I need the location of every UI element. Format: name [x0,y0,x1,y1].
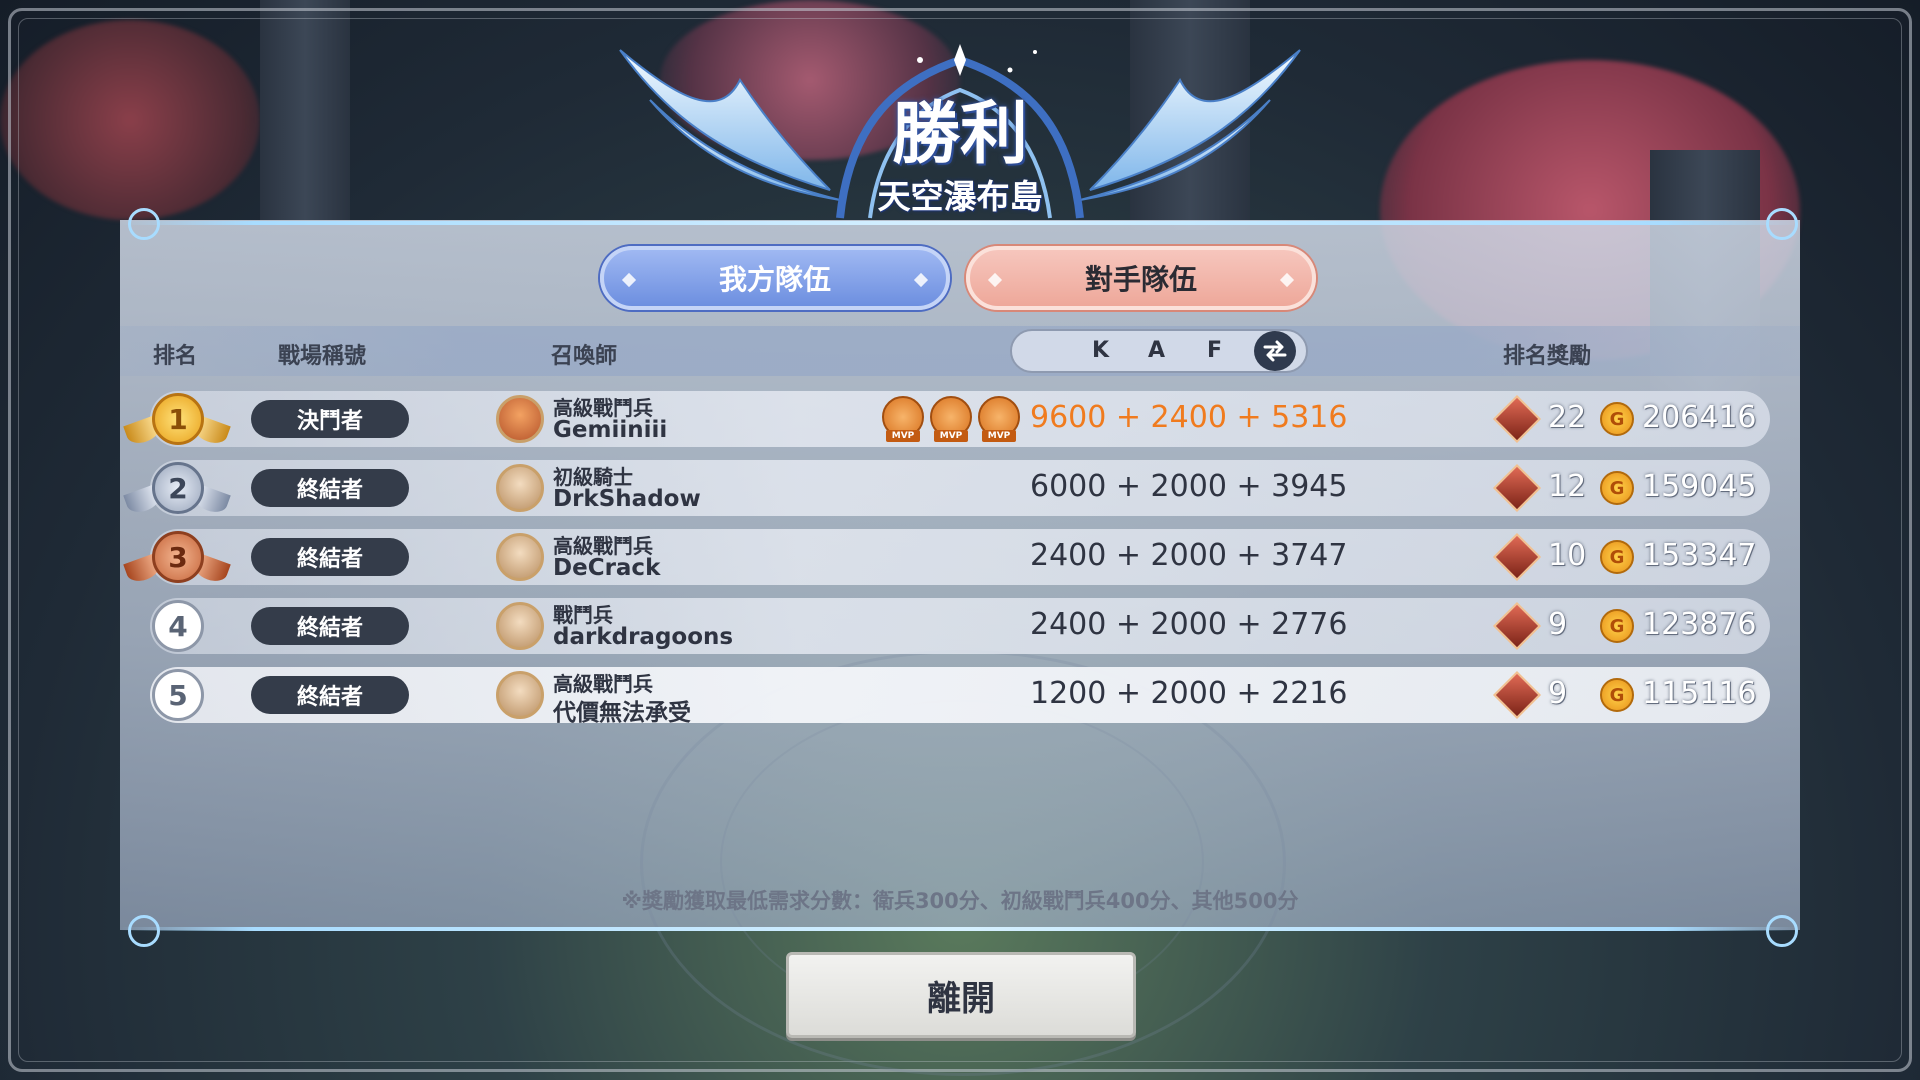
gem-reward-count: 22 [1548,400,1587,435]
line-ornament-left-bottom [128,915,160,947]
header-k: K [1092,338,1110,363]
battle-title-badge: 終結者 [251,607,409,645]
player-name: darkdragoons [553,624,734,650]
header-f: F [1207,338,1223,363]
battle-title-badge: 終結者 [251,676,409,714]
victory-title: 勝利 [891,95,1028,174]
tab-enemy-team-label: 對手隊伍 [1084,263,1197,296]
kaf-score: 6000 + 2000 + 3945 [1030,469,1348,504]
mvp-label: MVP [934,430,968,442]
battle-title-badge: 決鬥者 [251,400,409,438]
diamond-ornament-icon [621,272,637,288]
diamond-ornament-icon [1279,272,1295,288]
gem-reward-count: 9 [1548,676,1568,711]
kaf-score: 2400 + 2000 + 3747 [1030,538,1348,573]
gem-reward-count: 12 [1548,469,1587,504]
rank-badge-gold: 1 [152,393,204,445]
kaf-score: 2400 + 2000 + 2776 [1030,607,1348,642]
avatar [496,395,544,443]
coin-icon: G [1600,402,1634,436]
coin-icon: G [1600,471,1634,505]
player-name: Gemiiniii [553,417,668,443]
gem-reward-count: 10 [1548,538,1587,573]
kaf-score: 9600 + 2400 + 5316 [1030,400,1348,435]
coin-reward-count: 206416 [1642,400,1757,435]
coin-reward-count: 159045 [1642,469,1757,504]
mvp-label: MVP [886,430,920,442]
battle-title-badge: 終結者 [251,538,409,576]
avatar [496,533,544,581]
header-summoner: 召喚師 [551,344,618,369]
swap-stats-button[interactable] [1254,331,1296,371]
diamond-ornament-icon [913,272,929,288]
avatar [496,464,544,512]
coin-reward-count: 115116 [1642,676,1757,711]
swap-arrows-icon [1263,340,1287,362]
tab-our-team[interactable]: 我方隊伍 [600,246,950,310]
player-name: DeCrack [553,555,661,581]
line-ornament-right-bottom [1766,915,1798,947]
header-rank: 排名 [153,344,198,369]
player-name: 代價無法承受 [553,700,691,726]
rank-badge-bronze: 3 [152,531,204,583]
leave-button[interactable]: 離開 [786,952,1136,1038]
gem-reward-count: 9 [1548,607,1568,642]
player-name: DrkShadow [553,486,701,512]
battle-title-badge: 終結者 [251,469,409,507]
rank-badge-plain: 4 [152,600,204,652]
map-name: 天空瀑布島 [877,177,1043,216]
rank-badge-plain: 5 [152,669,204,721]
tab-our-team-label: 我方隊伍 [718,263,831,296]
avatar [496,602,544,650]
kaf-score: 1200 + 2000 + 2216 [1030,676,1348,711]
coin-icon: G [1600,609,1634,643]
header-a: A [1148,338,1166,363]
coin-reward-count: 123876 [1642,607,1757,642]
header-rank-reward: 排名獎勵 [1503,344,1592,369]
panel-bottom-line [120,927,1800,931]
reward-requirement-note: ※獎勵獲取最低需求分數：衛兵300分、初級戰鬥兵400分、其他500分 [621,889,1299,913]
header-battle-title: 戰場稱號 [278,344,367,369]
coin-icon: G [1600,540,1634,574]
coin-icon: G [1600,678,1634,712]
avatar [496,671,544,719]
panel-top-line [120,221,1800,225]
tab-enemy-team[interactable]: 對手隊伍 [966,246,1316,310]
mvp-label: MVP [982,430,1016,442]
coin-reward-count: 153347 [1642,538,1757,573]
diamond-ornament-icon [987,272,1003,288]
rank-badge-silver: 2 [152,462,204,514]
